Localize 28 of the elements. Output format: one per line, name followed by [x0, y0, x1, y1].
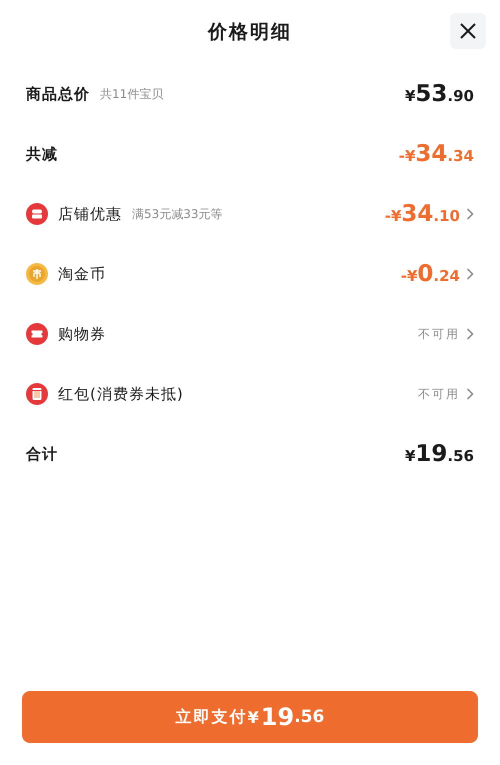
- pay-button[interactable]: 立即支付¥19.56: [22, 691, 478, 743]
- amount: ¥19.56: [404, 441, 474, 467]
- amount: -¥0.24: [400, 261, 460, 287]
- amount: -¥34.34: [398, 141, 474, 167]
- chevron-icon[interactable]: [466, 268, 474, 280]
- amount: ¥53.90: [404, 81, 474, 107]
- row-note: 共11件宝贝: [100, 86, 164, 102]
- envelope-icon: [26, 383, 48, 405]
- row-note: 满53元减33元等: [132, 206, 223, 222]
- chevron-icon[interactable]: [466, 328, 474, 340]
- row-label: 店铺优惠: [58, 204, 122, 224]
- row-label: 淘金币: [58, 264, 106, 284]
- row-label: 红包(消费券未抵): [58, 384, 184, 404]
- coin-icon: [26, 263, 48, 285]
- close-icon: [459, 22, 477, 40]
- panel-title: 价格明细: [208, 20, 292, 45]
- chevron-icon[interactable]: [466, 388, 474, 400]
- row-label: 购物券: [58, 324, 106, 344]
- ticket-icon: [26, 323, 48, 345]
- amount: -¥34.10: [384, 201, 460, 227]
- row-label: 商品总价: [26, 84, 90, 104]
- row-label: 合计: [26, 444, 58, 464]
- shop-icon: [26, 203, 48, 225]
- row-label: 共减: [26, 144, 58, 164]
- close-button[interactable]: [450, 13, 486, 49]
- status-text: 不可用: [418, 386, 460, 402]
- chevron-icon[interactable]: [466, 208, 474, 220]
- status-text: 不可用: [418, 326, 460, 342]
